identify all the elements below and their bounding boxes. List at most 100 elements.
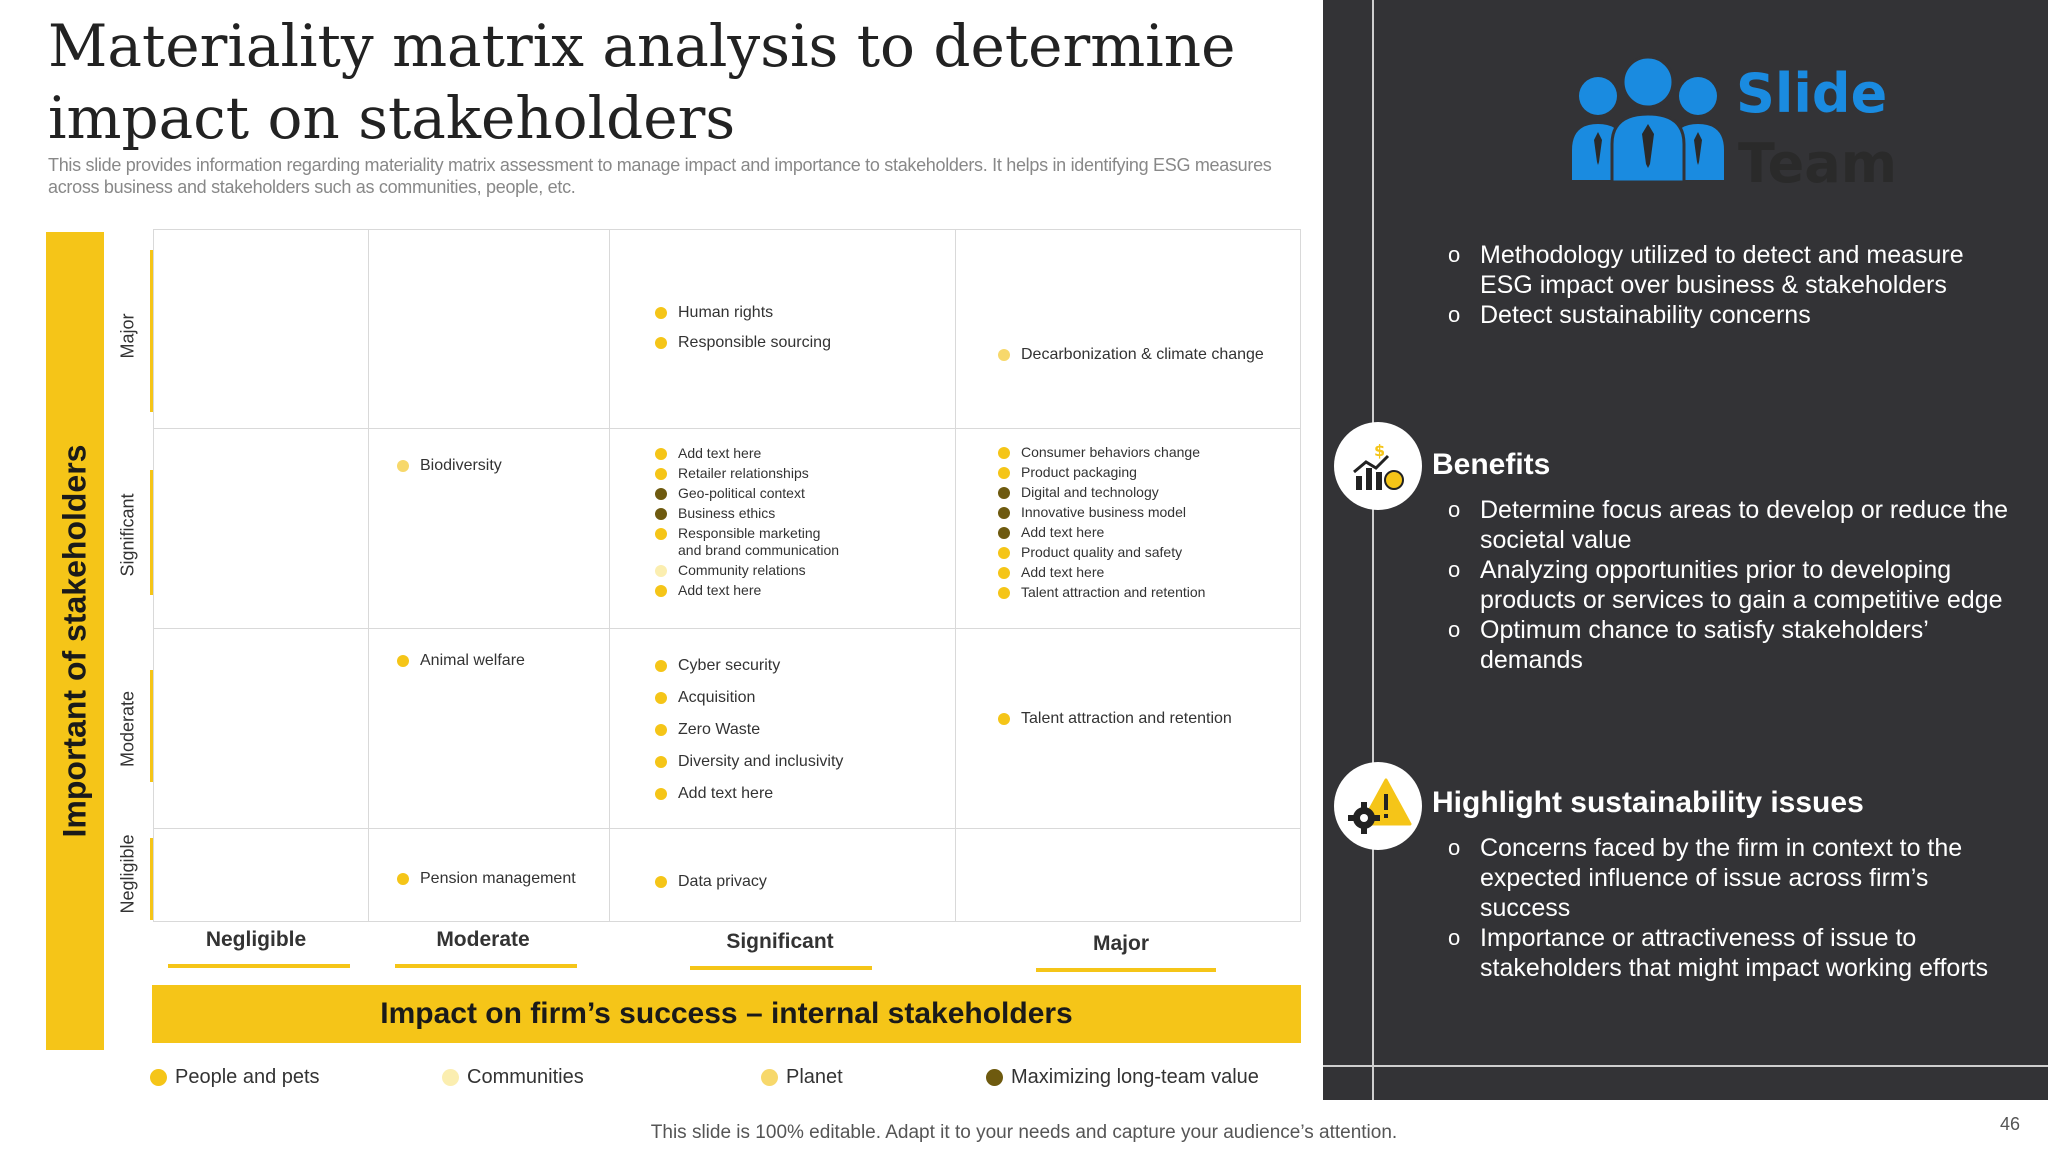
panel-bullet-item: o Determine focus areas to develop or red… xyxy=(1448,495,2018,555)
matrix-item: Digital and technology xyxy=(995,484,1205,501)
people-group-icon xyxy=(1568,52,1738,184)
panel-bullet-item: o Optimum chance to satisfy stakeholders’… xyxy=(1448,615,2018,675)
matrix-item: Decarbonization & climate change xyxy=(995,345,1264,365)
circle-bullet-icon: o xyxy=(1448,925,1461,950)
category-dot xyxy=(655,307,667,319)
category-dot xyxy=(655,756,667,768)
category-dot xyxy=(655,488,667,500)
matrix-item-text: Consumer behaviors change xyxy=(1021,444,1200,460)
legend-item-communities: Communities xyxy=(442,1066,584,1089)
cell-moderate-moderate: Animal welfare xyxy=(394,651,525,671)
category-dot xyxy=(655,876,667,888)
matrix-item-text: Responsible marketing and brand communic… xyxy=(678,525,840,558)
category-dot xyxy=(655,528,667,540)
col-accent xyxy=(395,964,577,968)
row-label-negligible: Negligible xyxy=(117,834,138,914)
matrix-item-text: Talent attraction and retention xyxy=(1021,584,1206,600)
panel-bullet-text: Determine focus areas to develop or redu… xyxy=(1480,496,2009,554)
benefits-heading: Benefits xyxy=(1432,448,1551,481)
panel-bullet-text: Methodology utilized to detect and measu… xyxy=(1480,241,1964,299)
cell-major-significant: Human rights Responsible sourcing xyxy=(652,303,831,353)
cell-negligible-moderate: Pension management xyxy=(394,869,576,889)
matrix-item: Add text here xyxy=(652,784,843,804)
category-dot xyxy=(998,587,1010,599)
legend-item-planet: Planet xyxy=(761,1066,843,1089)
panel-bullet-text: Analyzing opportunities prior to develop… xyxy=(1480,556,2003,614)
col-label-major: Major xyxy=(1092,932,1149,955)
matrix-item: Business ethics xyxy=(652,505,839,522)
matrix-item: Add text here xyxy=(652,582,839,599)
category-dot xyxy=(998,487,1010,499)
matrix-item: Pension management xyxy=(394,869,576,889)
matrix-item-text: Business ethics xyxy=(678,505,776,521)
category-dot xyxy=(655,660,667,672)
cell-significant-moderate: Biodiversity xyxy=(394,456,502,476)
panel-bullet-text: Concerns faced by the firm in context to… xyxy=(1480,834,1963,922)
issues-heading: Highlight sustainability issues xyxy=(1432,786,1864,819)
matrix-item-text: Community relations xyxy=(678,562,806,578)
panel-bullet-item: o Importance or attractiveness of issue t… xyxy=(1448,923,2018,983)
panel-bullet-item: o Methodology utilized to detect and meas… xyxy=(1448,240,1968,300)
matrix-item: Human rights xyxy=(652,303,831,323)
matrix-item: Add text here xyxy=(652,445,839,462)
matrix-item-text: Geo-political context xyxy=(678,485,805,501)
matrix-item-text: Animal welfare xyxy=(420,652,525,669)
col-label-moderate: Moderate xyxy=(436,928,530,951)
matrix-item: Talent attraction and retention xyxy=(995,709,1232,729)
row-label-major: Major xyxy=(117,313,138,359)
panel-bullet-text: Importance or attractiveness of issue to… xyxy=(1480,924,1989,982)
circle-bullet-icon: o xyxy=(1448,497,1461,522)
category-dot xyxy=(655,692,667,704)
category-dot xyxy=(655,508,667,520)
issues-icon-circle xyxy=(1334,762,1422,850)
matrix-item-text: Add text here xyxy=(678,785,774,802)
category-dot xyxy=(655,724,667,736)
x-axis-bar: Impact on firm’s success – internal stak… xyxy=(152,985,1301,1043)
cell-significant-significant: Add text here Retailer relationships Geo-p… xyxy=(652,445,839,599)
intro-points: o Methodology utilized to detect and meas… xyxy=(1448,240,1968,330)
x-axis-title: Impact on firm’s success – internal stak… xyxy=(380,997,1073,1030)
y-axis-title: Important of stakeholders xyxy=(56,444,93,838)
category-dot xyxy=(998,567,1010,579)
matrix-item-text: Pension management xyxy=(420,870,576,887)
category-dot xyxy=(397,655,409,667)
circle-bullet-icon: o xyxy=(1448,557,1461,582)
matrix-item: Community relations xyxy=(652,562,839,579)
panel-divider xyxy=(1372,0,1374,1100)
cell-moderate-significant: Cyber security Acquisition Zero Waste Diver… xyxy=(652,656,843,804)
matrix-item-text: Product quality and safety xyxy=(1021,544,1183,560)
svg-text:$: $ xyxy=(1374,441,1385,460)
category-dot xyxy=(655,788,667,800)
panel-bullet-item: o Analyzing opportunities prior to develo… xyxy=(1448,555,2018,615)
matrix-item-text: Cyber security xyxy=(678,657,781,674)
circle-bullet-icon: o xyxy=(1448,302,1461,327)
matrix-item-text: Retailer relationships xyxy=(678,465,809,481)
cell-significant-major: Consumer behaviors change Product packagi… xyxy=(995,444,1205,601)
col-accent xyxy=(690,966,872,970)
legend-dot xyxy=(442,1069,459,1086)
grid-divider xyxy=(153,828,1301,829)
matrix-item: Innovative business model xyxy=(995,504,1205,521)
panel-bullet-item: o Detect sustainability concerns xyxy=(1448,300,1968,330)
circle-bullet-icon: o xyxy=(1448,835,1461,860)
category-dot xyxy=(655,337,667,349)
matrix-item-text: Product packaging xyxy=(1021,464,1137,480)
matrix-item-text: Talent attraction and retention xyxy=(1021,710,1232,727)
category-dot xyxy=(998,547,1010,559)
logo-word-team: Team xyxy=(1738,132,1897,195)
circle-bullet-icon: o xyxy=(1448,242,1461,267)
category-dot xyxy=(655,585,667,597)
panel-divider xyxy=(1323,1065,2048,1067)
matrix-item-text: Acquisition xyxy=(678,689,756,706)
matrix-item: Data privacy xyxy=(652,872,767,892)
matrix-item-text: Decarbonization & climate change xyxy=(1021,346,1264,363)
category-dot xyxy=(655,468,667,480)
cell-moderate-major: Talent attraction and retention xyxy=(995,709,1232,729)
matrix-item-text: Zero Waste xyxy=(678,721,761,738)
cell-negligible-significant: Data privacy xyxy=(652,872,767,892)
page-number: 46 xyxy=(2000,1114,2021,1134)
matrix-item-text: Responsible sourcing xyxy=(678,334,831,351)
matrix-item: Geo-political context xyxy=(652,485,839,502)
matrix-item-text: Human rights xyxy=(678,304,774,321)
benefits-points: o Determine focus areas to develop or red… xyxy=(1448,495,2018,675)
